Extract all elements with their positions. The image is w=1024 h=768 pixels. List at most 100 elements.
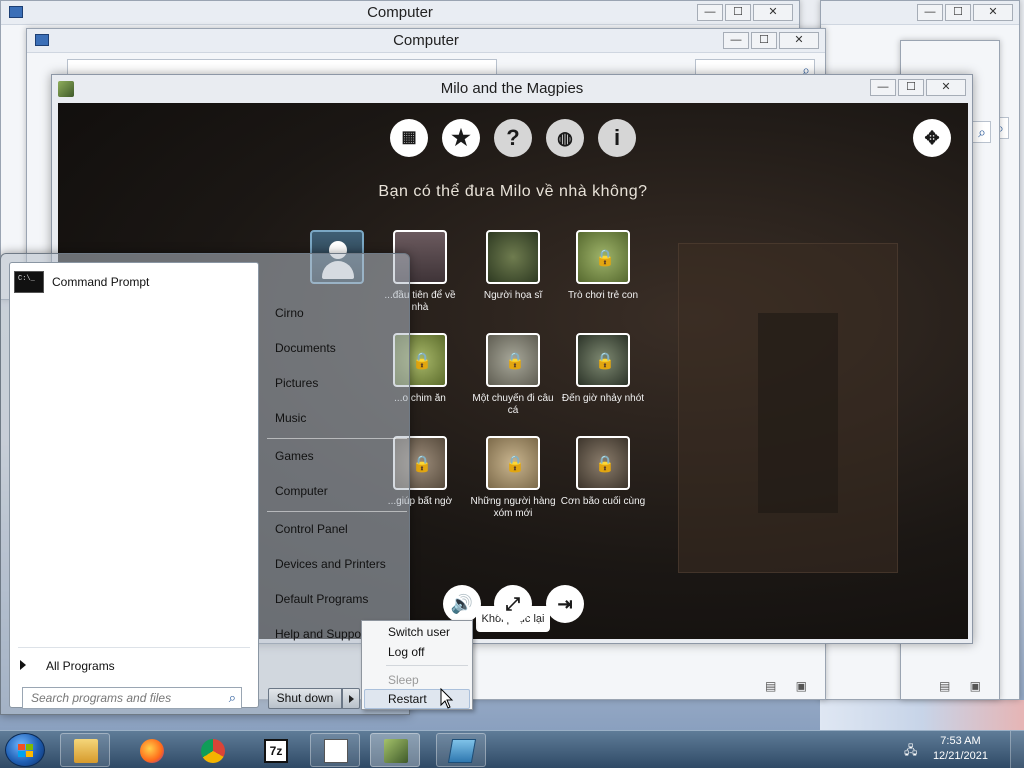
7zip-icon: 7z bbox=[264, 739, 288, 763]
grid-menu-icon[interactable]: ▦ bbox=[390, 119, 428, 157]
gamepad-icon[interactable]: ✥ bbox=[913, 119, 951, 157]
menu-item-log-off[interactable]: Log off bbox=[388, 645, 424, 659]
start-item-default-programs[interactable]: Default Programs bbox=[275, 592, 368, 606]
menu-item-restart[interactable]: Restart bbox=[388, 692, 427, 706]
taskbar-firefox[interactable] bbox=[126, 733, 176, 767]
level-label: Một chuyến đi câu cá bbox=[472, 393, 554, 416]
start-item-computer[interactable]: Computer bbox=[275, 484, 328, 498]
shutdown-button[interactable]: Shut down bbox=[268, 688, 342, 709]
divider bbox=[386, 665, 468, 666]
start-item-help-support[interactable]: Help and Support bbox=[275, 627, 368, 641]
minimize-button[interactable]: — bbox=[723, 32, 749, 49]
lock-icon: 🔒 bbox=[595, 353, 615, 370]
window-controls: — ☐ ✕ bbox=[723, 32, 819, 49]
game-question: Bạn có thể đưa Milo về nhà không? bbox=[378, 183, 648, 200]
taskbar-7zip[interactable]: 7z bbox=[250, 733, 300, 767]
window-controls: — ☐ ✕ bbox=[917, 4, 1013, 21]
level-label: Đến giờ nhảy nhót bbox=[561, 393, 645, 404]
level-thumbnail: 🔒 bbox=[486, 436, 540, 490]
taskbar-window-switcher[interactable] bbox=[436, 733, 486, 767]
lock-icon: 🔒 bbox=[412, 353, 432, 370]
command-prompt-icon: C:\_ bbox=[14, 271, 44, 293]
level-label: Người họa sĩ bbox=[483, 290, 543, 301]
shutdown-options-button[interactable] bbox=[342, 688, 360, 709]
start-search-input[interactable]: Search programs and files ⌕ bbox=[22, 687, 242, 709]
clock[interactable]: 7:53 AM 12/21/2021 bbox=[933, 734, 988, 764]
close-button[interactable]: ✕ bbox=[779, 32, 819, 49]
level-label: Trò chơi trẻ con bbox=[567, 290, 639, 301]
menu-item-switch-user[interactable]: Switch user bbox=[388, 625, 450, 639]
start-item-pictures[interactable]: Pictures bbox=[275, 376, 318, 390]
show-desktop-button[interactable] bbox=[1010, 731, 1024, 768]
lock-icon: 🔒 bbox=[595, 456, 615, 473]
clock-date: 12/21/2021 bbox=[932, 750, 988, 762]
help-icon[interactable]: ? bbox=[494, 119, 532, 157]
info-icon[interactable]: i bbox=[598, 119, 636, 157]
minimize-button[interactable]: — bbox=[697, 4, 723, 21]
sound-icon[interactable]: 🔊 bbox=[443, 585, 481, 623]
level-tile[interactable]: 🔒 Cơn bão cuối cùng bbox=[558, 436, 648, 508]
globe-icon[interactable]: ◍ bbox=[546, 119, 584, 157]
view-icons[interactable]: ▤ ▣ bbox=[765, 679, 815, 693]
level-tile[interactable]: Người họa sĩ bbox=[468, 230, 558, 302]
level-tile[interactable]: 🔒 Trò chơi trẻ con bbox=[558, 230, 648, 302]
start-item-games[interactable]: Games bbox=[275, 449, 314, 463]
network-icon[interactable]: 🖧 bbox=[904, 741, 920, 757]
window-icon bbox=[447, 739, 477, 763]
window-title: Computer bbox=[393, 32, 459, 49]
view-icons[interactable]: ▤ ▣ bbox=[939, 679, 989, 693]
divider bbox=[267, 511, 407, 512]
taskbar-milo-game[interactable] bbox=[370, 733, 420, 767]
power-options-menu: Switch user Log off Sleep Restart bbox=[361, 620, 473, 710]
level-tile[interactable]: 🔒 Đến giờ nhảy nhót bbox=[558, 333, 648, 405]
start-button[interactable] bbox=[5, 733, 45, 767]
computer-icon bbox=[35, 34, 49, 46]
windows-logo-icon bbox=[18, 744, 34, 758]
window-controls: — ☐ ✕ bbox=[870, 79, 966, 96]
close-button[interactable]: ✕ bbox=[973, 4, 1013, 21]
maximize-button[interactable]: ☐ bbox=[945, 4, 971, 21]
start-item-cirno[interactable]: Cirno bbox=[275, 306, 304, 320]
star-icon[interactable]: ★ bbox=[442, 119, 480, 157]
window-titlebar[interactable]: Milo and the Magpies — ☐ ✕ bbox=[52, 75, 972, 103]
divider bbox=[18, 647, 250, 648]
minimize-button[interactable]: — bbox=[917, 4, 943, 21]
maximize-button[interactable]: ☐ bbox=[751, 32, 777, 49]
all-programs-label: All Programs bbox=[46, 659, 115, 673]
search-placeholder: Search programs and files bbox=[31, 691, 172, 705]
start-item-control-panel[interactable]: Control Panel bbox=[275, 522, 348, 536]
window-titlebar[interactable]: Computer — ☐ ✕ bbox=[1, 1, 799, 25]
all-programs-button[interactable]: All Programs bbox=[20, 659, 115, 673]
firefox-icon bbox=[140, 739, 164, 763]
maximize-button[interactable]: ☐ bbox=[725, 4, 751, 21]
close-button[interactable]: ✕ bbox=[753, 4, 793, 21]
menu-item-sleep: Sleep bbox=[388, 673, 419, 687]
start-item-devices-printers[interactable]: Devices and Printers bbox=[275, 557, 386, 571]
close-button[interactable]: ✕ bbox=[926, 79, 966, 96]
window-titlebar[interactable]: — ☐ ✕ bbox=[821, 1, 1019, 25]
program-label: Command Prompt bbox=[52, 275, 150, 289]
minimize-button[interactable]: — bbox=[870, 79, 896, 96]
exit-icon[interactable]: ⇥ bbox=[546, 585, 584, 623]
level-thumbnail: 🔒 bbox=[576, 333, 630, 387]
level-label: Những người hàng xóm mới bbox=[470, 496, 556, 519]
taskbar-chrome[interactable] bbox=[187, 733, 237, 767]
taskbar-tasklist[interactable] bbox=[310, 733, 360, 767]
window-titlebar[interactable]: Computer — ☐ ✕ bbox=[27, 29, 825, 53]
lock-icon: 🔒 bbox=[505, 353, 525, 370]
fullscreen-icon[interactable]: ⤢ bbox=[494, 585, 532, 623]
mouse-cursor-icon bbox=[440, 688, 454, 709]
level-label: Cơn bão cuối cùng bbox=[560, 496, 646, 507]
pinned-program[interactable]: C:\_ Command Prompt bbox=[14, 269, 254, 299]
level-thumbnail bbox=[486, 230, 540, 284]
maximize-button[interactable]: ☐ bbox=[898, 79, 924, 96]
start-item-documents[interactable]: Documents bbox=[275, 341, 336, 355]
start-item-music[interactable]: Music bbox=[275, 411, 306, 425]
wallpaper-art bbox=[820, 700, 1024, 730]
taskbar-explorer[interactable] bbox=[60, 733, 110, 767]
level-tile[interactable]: 🔒 Những người hàng xóm mới bbox=[468, 436, 558, 520]
level-tile[interactable]: 🔒 Một chuyến đi câu cá bbox=[468, 333, 558, 417]
divider bbox=[267, 438, 407, 439]
arrow-right-icon bbox=[349, 695, 354, 703]
window-controls: — ☐ ✕ bbox=[697, 4, 793, 21]
